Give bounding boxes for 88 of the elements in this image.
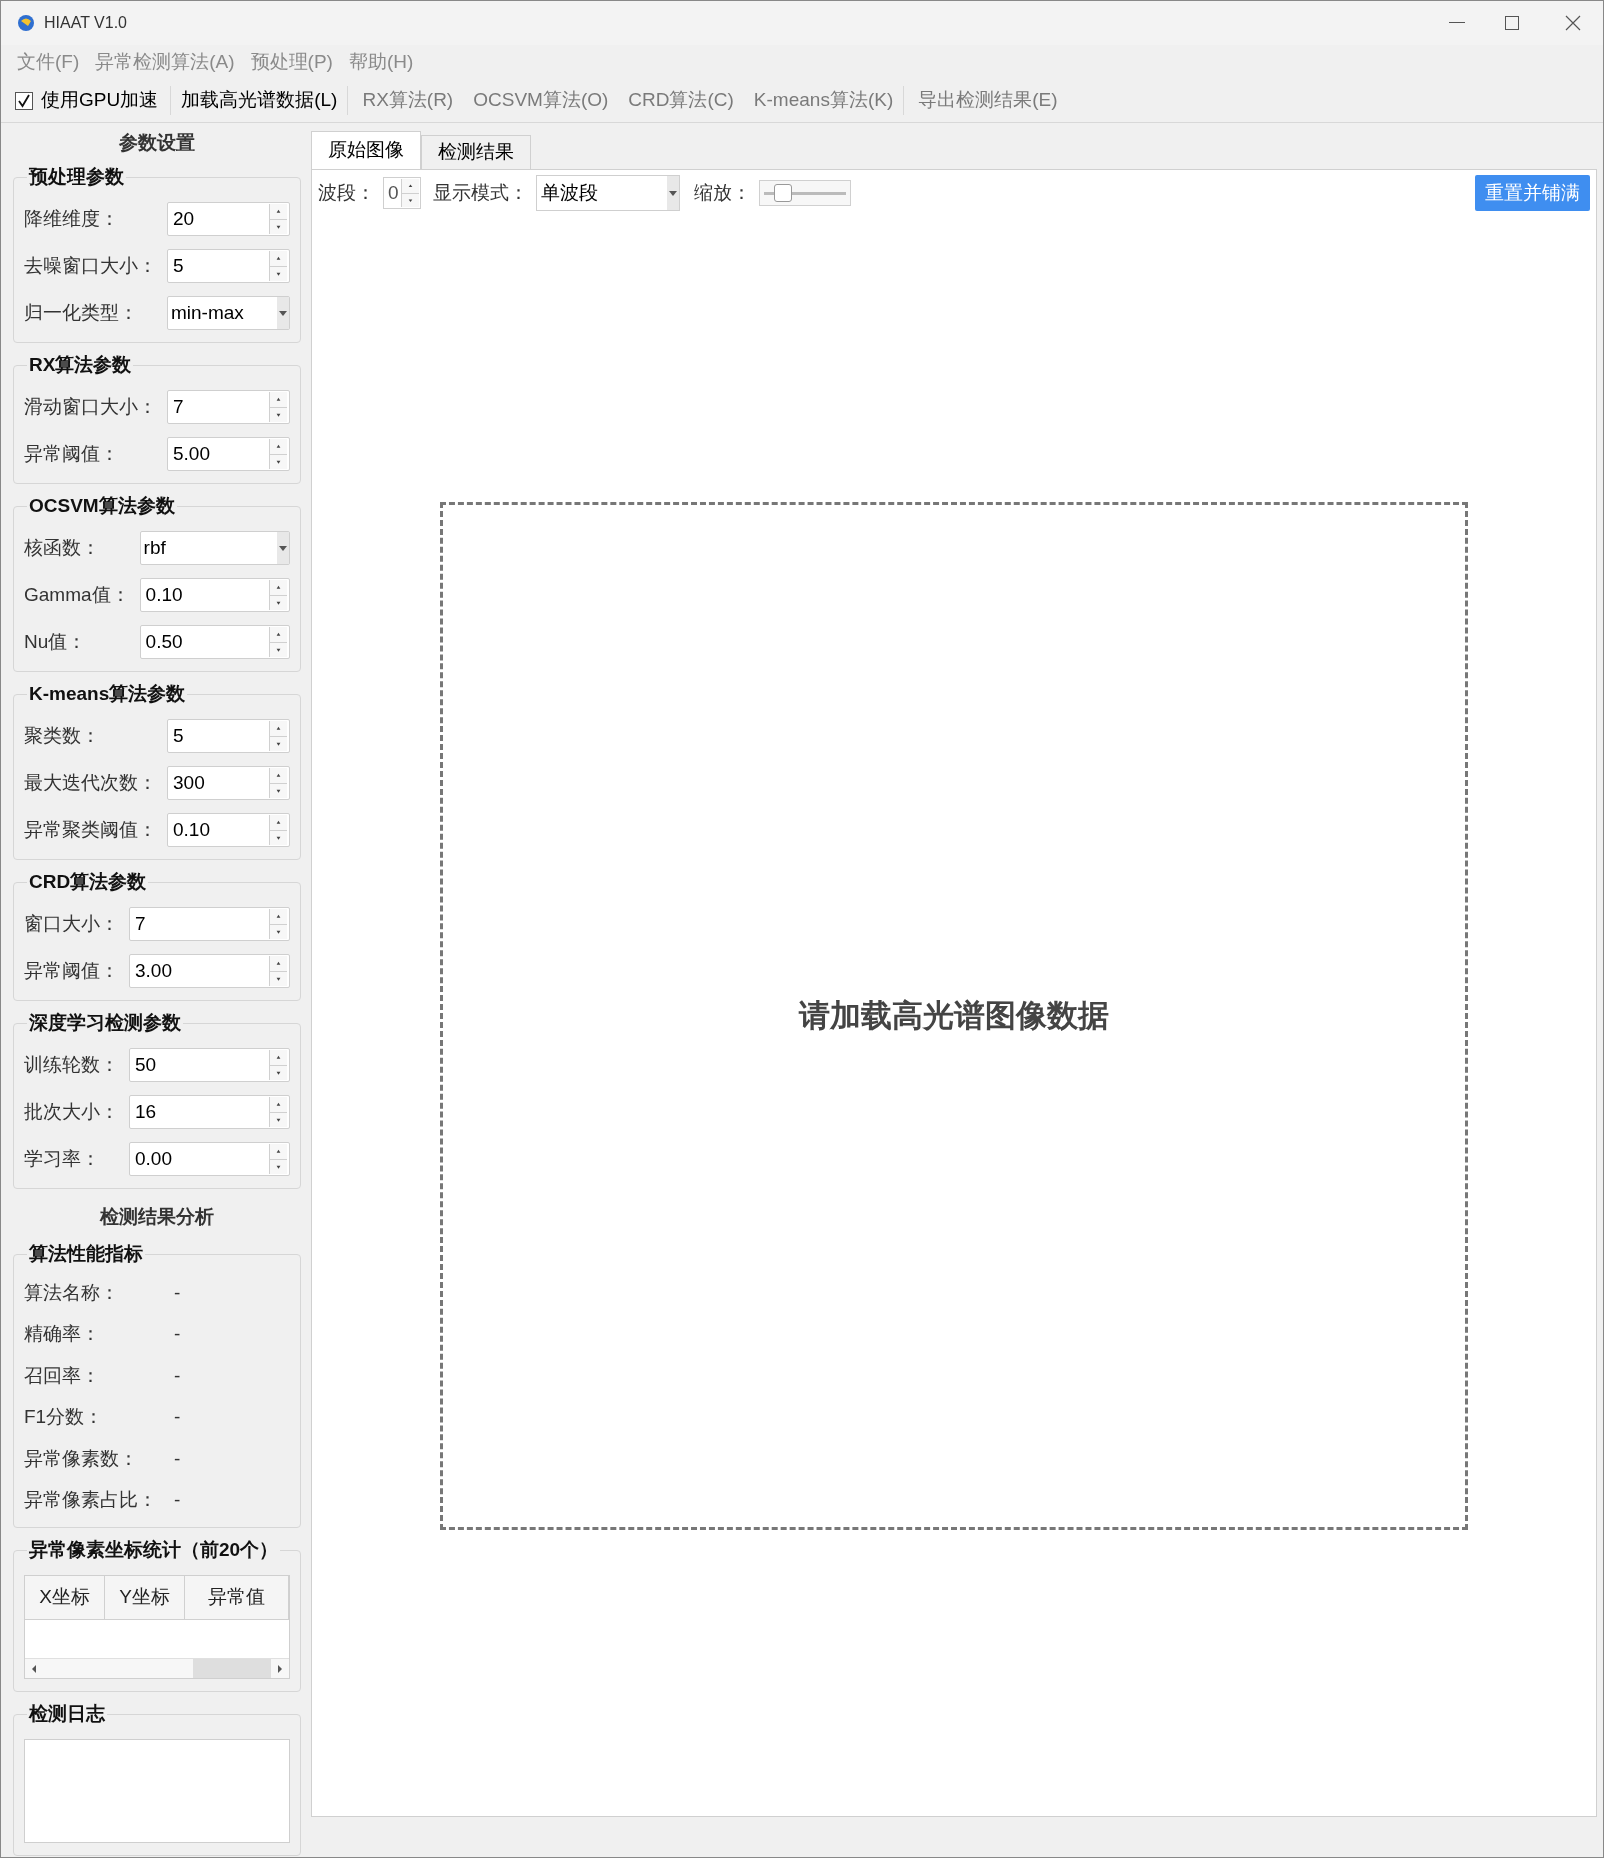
minimize-icon[interactable]: [1449, 22, 1465, 24]
field-label: 学习率：: [24, 1146, 101, 1171]
spin-box[interactable]: 0.10: [139, 578, 290, 612]
metric-value: -: [174, 1488, 182, 1512]
spin-arrows[interactable]: [269, 251, 287, 281]
band-label: 波段：: [318, 180, 375, 205]
tab[interactable]: 检测结果: [421, 135, 531, 169]
spin-box[interactable]: 20: [167, 202, 290, 236]
spin-box[interactable]: 300: [167, 766, 290, 800]
metric-value: -: [174, 1405, 182, 1429]
band-spin-box[interactable]: 0: [383, 177, 421, 209]
close-icon[interactable]: [1565, 15, 1581, 31]
spin-arrows[interactable]: [269, 580, 287, 610]
spin-arrows[interactable]: [269, 1144, 287, 1174]
spin-box[interactable]: 50: [129, 1048, 290, 1082]
metric-label: 召回率：: [24, 1363, 101, 1388]
spin-box[interactable]: 0.00: [129, 1142, 290, 1176]
field-label: 异常阈值：: [24, 441, 120, 466]
field-label: 异常阈值：: [24, 958, 119, 983]
spin-arrows[interactable]: [269, 1050, 287, 1080]
maximize-icon[interactable]: [1505, 16, 1519, 30]
field-label: 最大迭代次数：: [24, 770, 157, 795]
field-label: 窗口大小：: [24, 911, 119, 936]
dropdown[interactable]: rbf: [139, 531, 290, 565]
spin-arrows[interactable]: [269, 439, 287, 469]
check-icon: [17, 93, 31, 108]
field-label: 聚类数：: [24, 723, 101, 748]
zoom-slider[interactable]: [758, 180, 851, 206]
checkbox[interactable]: [15, 91, 33, 110]
spin-box[interactable]: 3.00: [129, 954, 290, 988]
spin-box[interactable]: 0.10: [167, 813, 290, 847]
spin-box[interactable]: 0.50: [139, 625, 290, 659]
metric-label: F1分数：: [24, 1405, 105, 1429]
app-logo-icon: [17, 14, 35, 32]
metric-value: -: [174, 1446, 182, 1471]
metric-label: 异常像素占比：: [24, 1488, 158, 1512]
metric-label: 精确率：: [24, 1322, 101, 1346]
toolbar-button[interactable]: 加载高光谱数据(L): [171, 86, 349, 115]
dropdown[interactable]: min-max: [167, 296, 290, 330]
spin-arrows[interactable]: [269, 392, 287, 422]
spin-box[interactable]: 5: [167, 719, 290, 753]
spin-box[interactable]: 7: [129, 907, 290, 941]
metric-value: -: [174, 1363, 182, 1388]
spin-box[interactable]: 5: [167, 249, 290, 283]
zoom-label: 缩放：: [693, 180, 751, 205]
spin-arrows[interactable]: [269, 815, 287, 845]
window-title: HIAAT V1.0: [44, 13, 127, 33]
metric-label: 异常像素数：: [24, 1446, 139, 1471]
caret-icon: [279, 310, 287, 316]
caret-icon: [279, 545, 287, 551]
column-header[interactable]: Y坐标: [105, 1575, 185, 1620]
field-label: 核函数：: [24, 535, 101, 560]
spin-box[interactable]: 16: [129, 1095, 290, 1129]
spin-arrows[interactable]: [269, 627, 287, 657]
log-area[interactable]: [24, 1738, 290, 1843]
field-label: Nu值：: [24, 629, 88, 654]
field-label: 训练轮数：: [24, 1052, 119, 1077]
spin-arrows[interactable]: [269, 204, 287, 234]
field-label: 滑动窗口大小：: [24, 394, 157, 419]
mode-label: 显示模式：: [432, 180, 528, 205]
metric-value: -: [174, 1280, 182, 1305]
field-label: Gamma值：: [24, 582, 130, 607]
spin-arrows[interactable]: [269, 1097, 287, 1127]
field-label: 归一化类型：: [24, 300, 139, 325]
metric-value: -: [174, 1322, 182, 1346]
panel-title: 参数设置: [118, 131, 196, 155]
slider-thumb[interactable]: [773, 184, 792, 202]
spin-arrows[interactable]: [400, 179, 419, 207]
spin-arrows[interactable]: [269, 768, 287, 798]
field-label: 批次大小：: [24, 1099, 119, 1124]
spin-box[interactable]: 7: [167, 390, 290, 424]
tab[interactable]: 原始图像: [311, 131, 421, 169]
spin-arrows[interactable]: [269, 956, 287, 986]
field-label: 去噪窗口大小：: [24, 253, 157, 278]
field-label: 异常聚类阈值：: [24, 817, 157, 842]
column-header[interactable]: 异常值: [185, 1575, 289, 1620]
section-title: 检测结果分析: [98, 1205, 215, 1229]
checkbox-label: 使用GPU加速: [41, 88, 159, 113]
column-header[interactable]: X坐标: [25, 1575, 105, 1620]
spin-arrows[interactable]: [269, 909, 287, 939]
mode-dropdown[interactable]: 单波段: [535, 175, 680, 211]
field-label: 降维维度：: [24, 206, 120, 231]
horizontal-scrollbar[interactable]: [25, 1657, 289, 1678]
spin-box[interactable]: 5.00: [167, 437, 290, 471]
metric-label: 算法名称：: [24, 1280, 120, 1305]
spin-arrows[interactable]: [269, 721, 287, 751]
placeholder-text: 请加载高光谱图像数据: [799, 996, 1109, 1035]
caret-icon: [668, 190, 677, 196]
